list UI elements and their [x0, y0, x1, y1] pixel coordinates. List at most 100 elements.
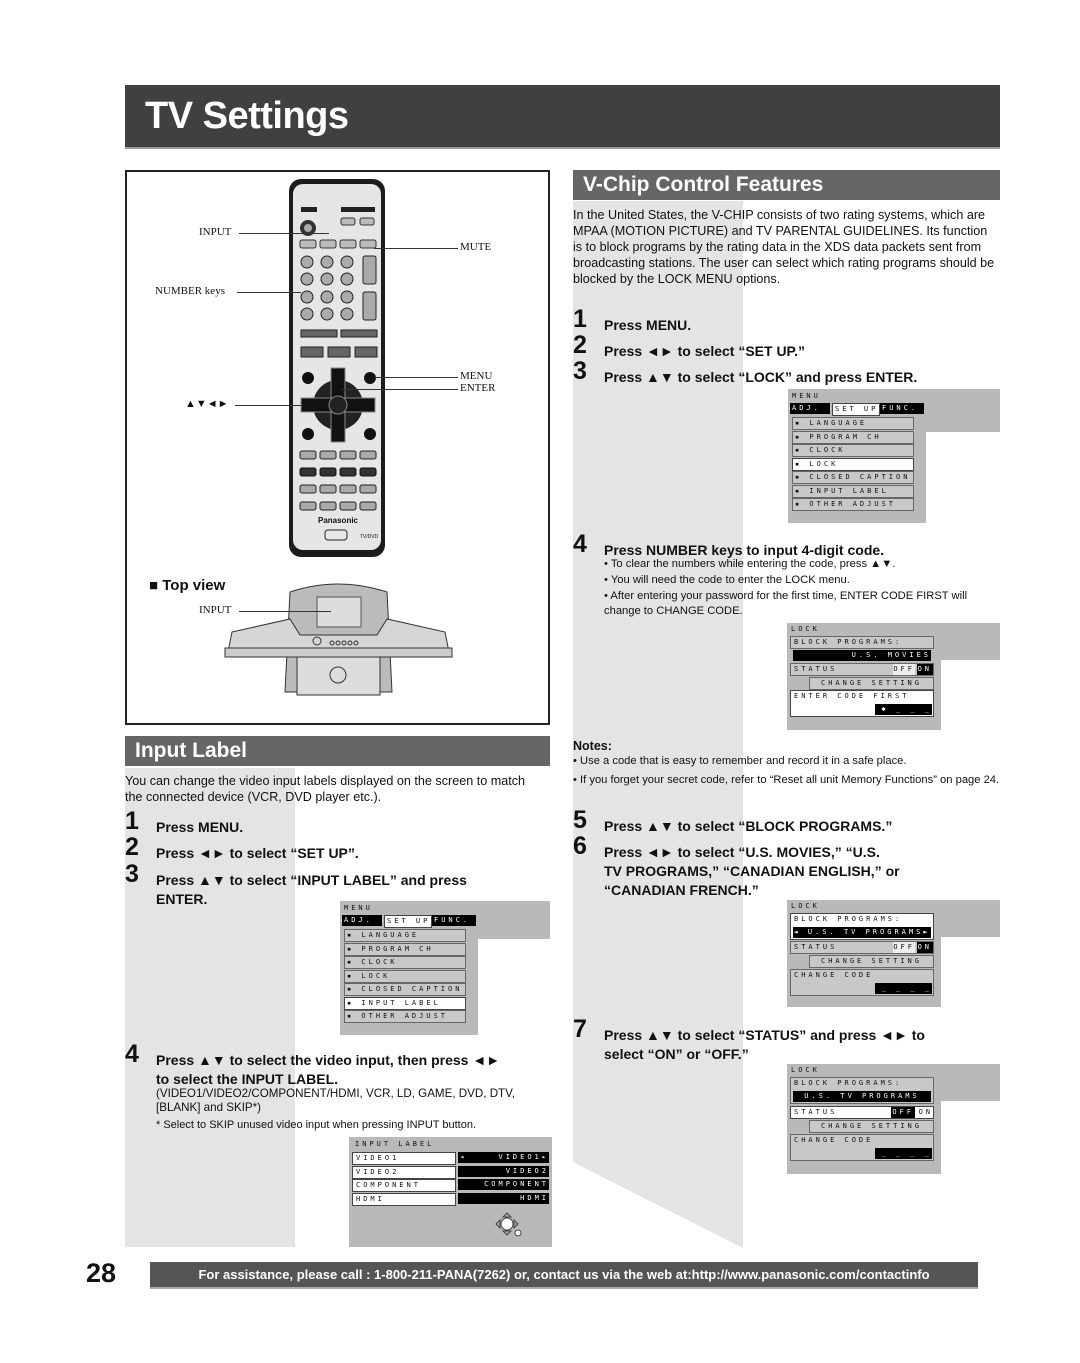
input-label-heading: Input Label	[135, 739, 247, 762]
osd-label-row-1[interactable]: ◂ VIDEO1▸	[458, 1152, 549, 1163]
callout-line-arrows	[235, 405, 301, 406]
callout-line-menu	[374, 377, 458, 378]
lock-osd-nav-3	[941, 1064, 1000, 1101]
change-setting-row[interactable]: CHANGE SETTING	[809, 1120, 934, 1133]
tab-adj[interactable]: ADJ.	[790, 403, 830, 414]
osd-input-row-3[interactable]: COMPONENT	[352, 1179, 456, 1192]
dpad-icon	[495, 1212, 522, 1237]
input-label-options: (VIDEO1/VIDEO2/COMPONENT/HDMI, VCR, LD, …	[156, 1087, 516, 1114]
menu-item-closed-caption[interactable]: ▪ CLOSED CAPTION	[792, 471, 914, 484]
notes-heading: Notes:	[573, 739, 612, 753]
remote-control-image: Panasonic TV/DVD	[224, 179, 453, 696]
program-select[interactable]: U.S. TV PROGRAMS	[793, 1091, 931, 1102]
menu-item-clock[interactable]: ▪ CLOCK	[792, 444, 914, 457]
vchip-bullet-2: • You will need the code to enter the LO…	[604, 574, 850, 586]
osd-label-row-2[interactable]: VIDEO2	[458, 1166, 549, 1177]
note-1: • Use a code that is easy to remember an…	[573, 755, 907, 767]
lock-osd-block-programs: LOCK BLOCK PROGRAMS: ◄ U.S. TV PROGRAMS►…	[787, 900, 941, 1007]
code-entry[interactable]: ✱ _ _ _	[875, 704, 932, 715]
menu-item-input-label[interactable]: ▪ INPUT LABEL	[344, 996, 466, 1010]
menu-osd-lock: MENU ADJ. SET UP FUNC. ▪ LANGUAGE ▪ PROGRAM C…	[788, 389, 926, 523]
page-title: TV Settings	[145, 95, 349, 137]
menu-item-lock[interactable]: ▪ LOCK	[792, 457, 914, 471]
callout-enter: ENTER	[460, 382, 496, 394]
osd-label-row-3[interactable]: COMPONENT	[458, 1179, 549, 1190]
vchip-bullet-1: • To clear the numbers while entering th…	[604, 558, 896, 570]
osd-nav-panel-lock	[926, 389, 1000, 432]
osd-title: INPUT LABEL	[355, 1140, 435, 1148]
input-label-intro: You can change the video input labels di…	[125, 774, 526, 804]
right-arrow-icon: ▸	[541, 1153, 549, 1161]
note-2: • If you forget your secret code, refer …	[573, 774, 1000, 786]
input-label-heading-bar: Input Label	[125, 736, 550, 766]
menu-item-other-adjust[interactable]: ▪ OTHER ADJUST	[792, 498, 914, 511]
page-number: 28	[86, 1258, 117, 1288]
osd-title: LOCK	[791, 1066, 820, 1074]
callout-line-number	[237, 292, 301, 293]
lock-osd-status: LOCK BLOCK PROGRAMS: U.S. TV PROGRAMS ST…	[787, 1064, 941, 1174]
remote-model: TV/DVD	[360, 534, 379, 540]
osd-title: MENU	[792, 392, 821, 400]
menu-item-language[interactable]: ▪ LANGUAGE	[792, 417, 914, 430]
left-shade-band	[125, 768, 295, 1247]
vchip-heading-bar: V-Chip Control Features	[573, 170, 1000, 200]
vchip-heading: V-Chip Control Features	[583, 173, 824, 196]
page-title-bar: TV Settings	[125, 85, 1000, 149]
menu-item-clock[interactable]: ▪ CLOCK	[344, 956, 466, 969]
vchip-intro: In the United States, the V-CHIP consist…	[573, 208, 995, 286]
menu-item-language[interactable]: ▪ LANGUAGE	[344, 929, 466, 942]
tab-func[interactable]: FUNC.	[880, 403, 924, 414]
callout-input: INPUT	[199, 226, 232, 238]
status-row[interactable]: STATUS OFF ON	[790, 663, 934, 676]
vchip-bullet-3: • After entering your password for the f…	[604, 590, 968, 617]
menu-item-lock[interactable]: ▪ LOCK	[344, 969, 466, 983]
osd-title: MENU	[344, 904, 373, 912]
callout-top-input: INPUT	[199, 604, 232, 616]
block-programs-row[interactable]: BLOCK PROGRAMS:	[790, 636, 934, 649]
osd-title: LOCK	[791, 902, 820, 910]
menu-item-program-ch[interactable]: ▪ PROGRAM CH	[792, 430, 914, 444]
square-bullet-icon: ■	[149, 577, 163, 594]
callout-number-keys: NUMBER keys	[155, 285, 225, 297]
status-row[interactable]: STATUS OFF ON	[790, 941, 934, 954]
menu-item-other-adjust[interactable]: ▪ OTHER ADJUST	[344, 1010, 466, 1023]
osd-input-row-4[interactable]: HDMI	[352, 1193, 456, 1206]
footer-assistance: For assistance, please call : 1-800-211-…	[150, 1262, 978, 1289]
top-view-heading: ■ Top view	[149, 577, 226, 594]
code-entry[interactable]: _ _ _ _	[875, 1148, 932, 1159]
callout-line-top-input	[239, 611, 331, 612]
tab-adj[interactable]: ADJ.	[342, 915, 382, 926]
change-setting-row[interactable]: CHANGE SETTING	[809, 677, 934, 690]
input-label-osd: INPUT LABEL VIDEO1 ◂ VIDEO1▸ VIDEO2 VIDEO…	[349, 1137, 552, 1247]
status-row[interactable]: STATUS OFF ON	[790, 1106, 934, 1119]
menu-item-input-label[interactable]: ▪ INPUT LABEL	[792, 484, 914, 498]
callout-mute: MUTE	[460, 241, 492, 253]
callout-menu: MENU	[460, 370, 493, 382]
menu-item-closed-caption[interactable]: ▪ CLOSED CAPTION	[344, 983, 466, 996]
remote-illustration-box: Panasonic TV/DVD INPUT NUMBER keys ▲▼◄► …	[125, 170, 550, 725]
menu-osd-input-label: MENU ADJ. SET UP FUNC. ▪ LANGUAGE ▪ PROGRAM C…	[340, 901, 478, 1035]
remote-brand: Panasonic	[318, 516, 359, 525]
tab-setup[interactable]: SET UP	[832, 403, 880, 416]
change-setting-row[interactable]: CHANGE SETTING	[809, 955, 934, 968]
callout-line-enter	[342, 389, 458, 390]
tab-func[interactable]: FUNC.	[432, 915, 476, 926]
input-label-skip-note: * Select to SKIP unused video input when…	[156, 1119, 477, 1131]
code-entry[interactable]: _ _ _ _	[875, 983, 932, 994]
menu-item-program-ch[interactable]: ▪ PROGRAM CH	[344, 942, 466, 956]
callout-line-input	[239, 233, 329, 234]
lock-osd-nav-1	[941, 623, 1000, 660]
tab-setup[interactable]: SET UP	[384, 915, 432, 928]
callout-line-mute	[374, 248, 458, 249]
lock-osd-nav-2	[941, 900, 1000, 937]
program-select[interactable]: U.S. MOVIES	[793, 650, 931, 661]
osd-input-row-2[interactable]: VIDEO2	[352, 1166, 456, 1179]
osd-input-row-1[interactable]: VIDEO1	[352, 1152, 456, 1165]
osd-nav-panel	[478, 901, 550, 939]
program-select[interactable]: ◄ U.S. TV PROGRAMS►	[793, 927, 931, 938]
osd-label-row-4[interactable]: HDMI	[458, 1193, 549, 1204]
lock-osd-enter-code: LOCK BLOCK PROGRAMS: U.S. MOVIES STATUS …	[787, 623, 941, 730]
left-arrow-icon: ◂	[460, 1153, 468, 1161]
osd-title: LOCK	[791, 625, 820, 633]
callout-arrows: ▲▼◄►	[185, 398, 229, 410]
